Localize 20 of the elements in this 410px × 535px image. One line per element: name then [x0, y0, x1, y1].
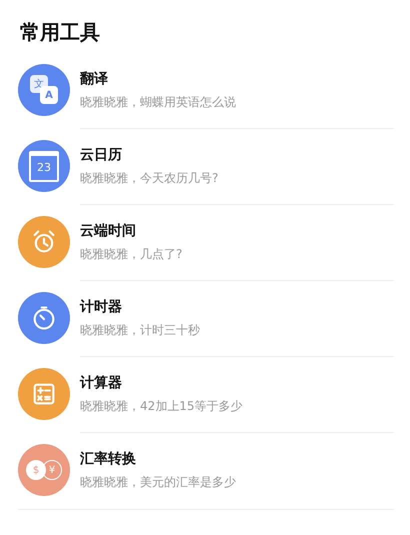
- tool-item[interactable]: 计算器 晓雅晓雅，42加上15等于多少: [18, 356, 394, 432]
- tool-item[interactable]: 计时器 晓雅晓雅，计时三十秒: [18, 280, 394, 356]
- section-title: 常用工具: [20, 19, 101, 46]
- tool-example: 晓雅晓雅，美元的汇率是多少: [80, 474, 237, 491]
- tool-name: 汇率转换: [80, 450, 137, 468]
- calendar-icon: 23: [29, 150, 59, 182]
- tool-item[interactable]: 云端时间 晓雅晓雅，几点了?: [18, 204, 394, 280]
- tool-name: 计时器: [80, 298, 123, 316]
- tool-example: 晓雅晓雅，蝴蝶用英语怎么说: [80, 94, 237, 110]
- tool-example: 晓雅晓雅，几点了?: [80, 246, 184, 263]
- tool-name: 计算器: [80, 374, 123, 392]
- tool-name: 云端时间: [80, 222, 137, 240]
- translate-icon-glyph: A: [40, 86, 58, 104]
- tool-item[interactable]: 23 云日历 晓雅晓雅，今天农历几号?: [18, 128, 394, 204]
- tool-example: 晓雅晓雅，计时三十秒: [80, 322, 201, 339]
- tool-item[interactable]: $ ¥ 汇率转换 晓雅晓雅，美元的汇率是多少: [18, 432, 394, 508]
- tool-example: 晓雅晓雅，42加上15等于多少: [80, 398, 244, 415]
- tool-example: 晓雅晓雅，今天农历几号?: [80, 170, 220, 187]
- tool-name: 翻译: [80, 70, 109, 88]
- tool-name: 云日历: [80, 146, 123, 164]
